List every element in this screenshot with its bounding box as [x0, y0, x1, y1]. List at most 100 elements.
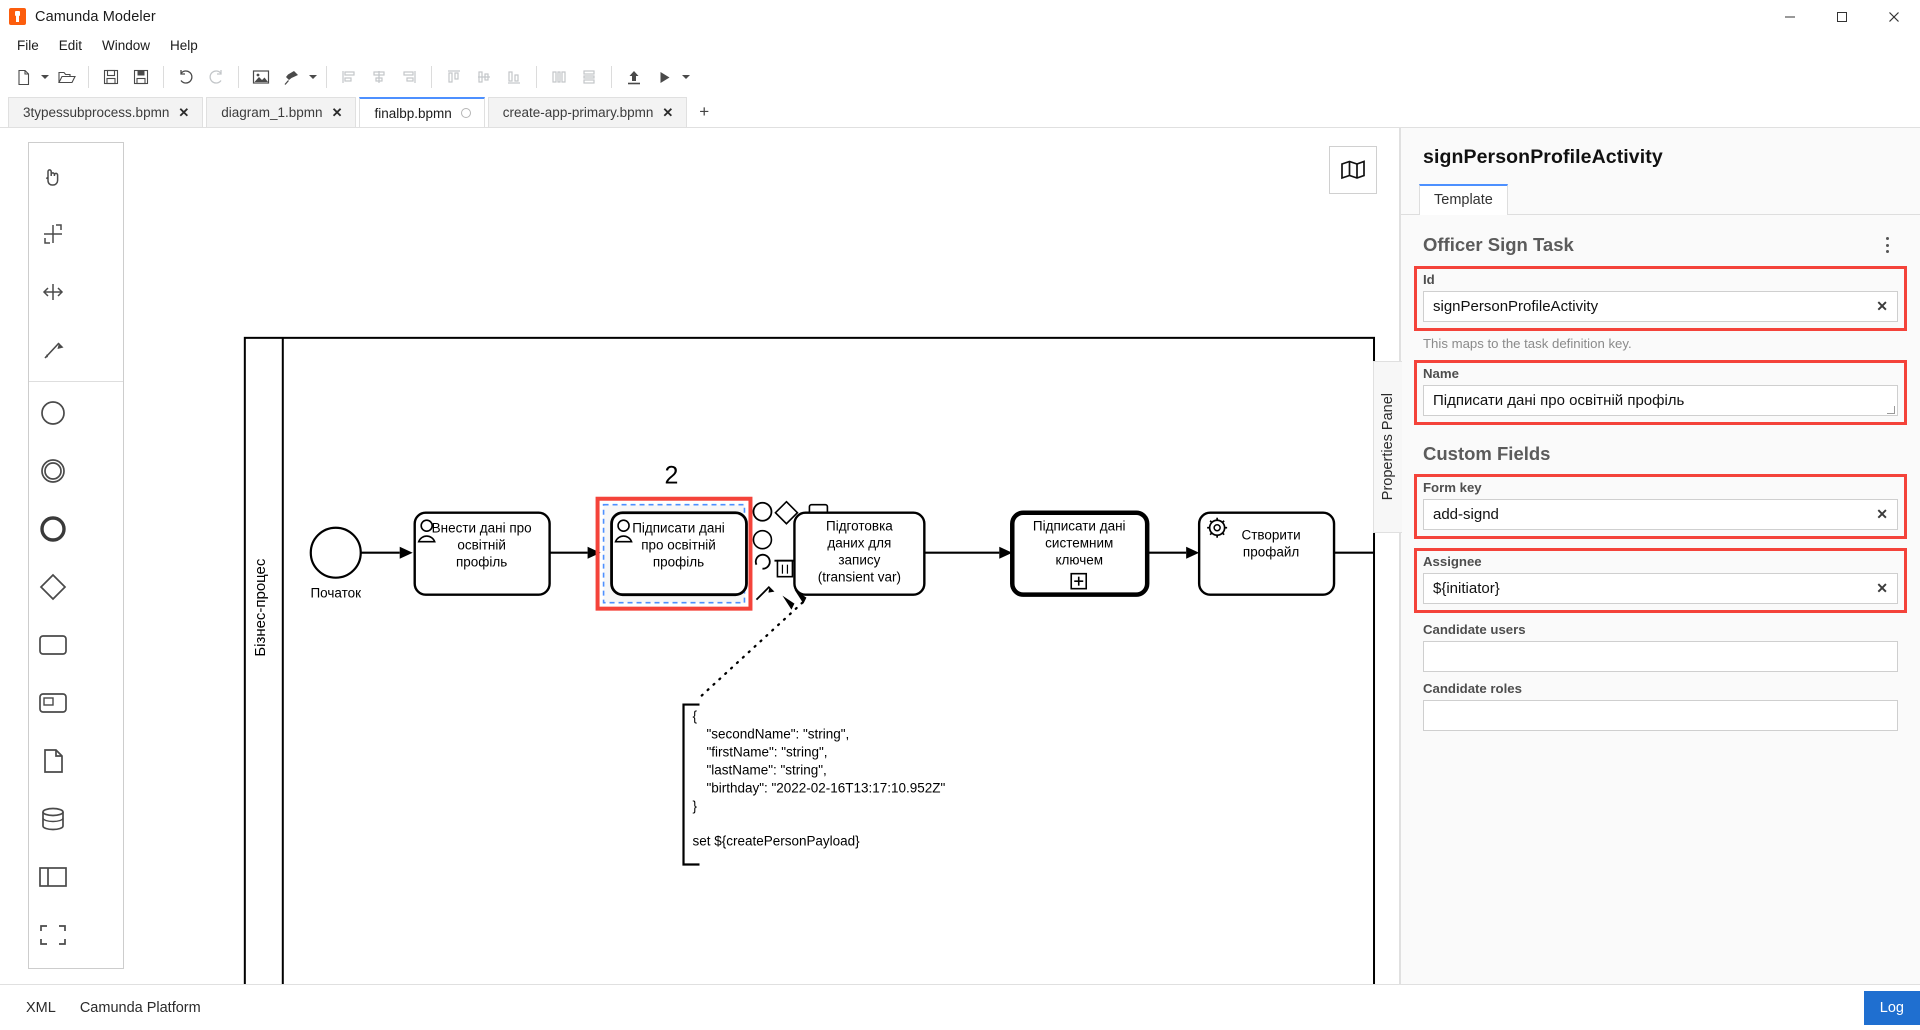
distribute-horizontal-icon[interactable] — [544, 62, 574, 92]
connect-icon[interactable] — [755, 586, 775, 601]
candidate-roles-input[interactable] — [1423, 700, 1898, 731]
bpmn-task-2-line1: Підписати дані — [632, 521, 725, 536]
lasso-tool-icon[interactable] — [29, 205, 77, 263]
export-image-icon[interactable] — [246, 62, 276, 92]
assignee-input[interactable]: ${initiator} ✕ — [1423, 573, 1898, 604]
id-input[interactable]: signPersonProfileActivity ✕ — [1423, 291, 1898, 322]
bpmn-service-task-3[interactable]: Підготовка даних для запису (transient v… — [793, 511, 926, 596]
tab-template[interactable]: Template — [1419, 184, 1508, 215]
menu-window[interactable]: Window — [93, 36, 159, 56]
new-diagram-icon[interactable] — [8, 62, 38, 92]
tab-close-icon[interactable]: ✕ — [178, 106, 189, 119]
toolbar-group-save — [96, 62, 156, 92]
menu-file[interactable]: File — [8, 36, 48, 56]
bpmn-canvas[interactable]: Бізнес-процес Початок Внести дані про ос… — [0, 128, 1400, 984]
kebab-menu-icon[interactable] — [1876, 233, 1898, 257]
maximize-icon[interactable] — [1816, 0, 1868, 34]
run-dropdown-icon[interactable] — [679, 62, 692, 92]
data-object-icon[interactable] — [29, 732, 77, 790]
brush-icon[interactable] — [276, 62, 306, 92]
title-bar: Camunda Modeler — [0, 0, 1920, 34]
toolbar-divider — [326, 66, 327, 88]
align-center-icon[interactable] — [364, 62, 394, 92]
field-form-key[interactable]: Form key add-signd ✕ — [1414, 474, 1907, 539]
name-input[interactable]: Підписати дані про освітній профіль — [1423, 385, 1898, 416]
form-key-input[interactable]: add-signd ✕ — [1423, 499, 1898, 530]
tab-close-icon[interactable]: ✕ — [662, 106, 673, 119]
field-candidate-users[interactable]: Candidate users — [1423, 622, 1898, 672]
change-type-icon[interactable] — [754, 553, 771, 570]
deploy-icon[interactable] — [619, 62, 649, 92]
field-assignee[interactable]: Assignee ${initiator} ✕ — [1414, 548, 1907, 613]
connect-tool-icon[interactable] — [29, 321, 77, 379]
field-candidate-roles[interactable]: Candidate roles — [1423, 681, 1898, 731]
properties-panel: Properties Panel signPersonProfileActivi… — [1373, 128, 1920, 984]
align-bottom-icon[interactable] — [499, 62, 529, 92]
subprocess-icon[interactable] — [29, 674, 77, 732]
open-file-icon[interactable] — [51, 62, 81, 92]
start-event-icon[interactable] — [29, 384, 77, 442]
append-end-event-icon[interactable] — [752, 501, 773, 522]
align-right-icon[interactable] — [394, 62, 424, 92]
bpmn-user-task-1[interactable]: Внести дані про освітній профіль — [413, 511, 551, 596]
clear-icon[interactable]: ✕ — [1870, 580, 1888, 597]
hand-tool-icon[interactable] — [29, 147, 77, 205]
clear-icon[interactable]: ✕ — [1870, 298, 1888, 315]
tab-close-icon[interactable]: ✕ — [332, 106, 343, 119]
bpmn-start-event[interactable] — [309, 526, 362, 579]
save-icon[interactable] — [96, 62, 126, 92]
minimap-toggle-button[interactable] — [1329, 146, 1377, 194]
menu-help[interactable]: Help — [161, 36, 207, 56]
align-left-icon[interactable] — [334, 62, 364, 92]
close-icon[interactable] — [1868, 0, 1920, 34]
redo-icon[interactable] — [201, 62, 231, 92]
bpmn-pool[interactable] — [243, 336, 1376, 984]
align-middle-icon[interactable] — [469, 62, 499, 92]
field-id[interactable]: Id signPersonProfileActivity ✕ — [1414, 266, 1907, 331]
new-tab-button[interactable]: + — [690, 97, 718, 127]
brush-dropdown-icon[interactable] — [306, 62, 319, 92]
field-name[interactable]: Name Підписати дані про освітній профіль — [1414, 360, 1907, 425]
tab-finalbp[interactable]: finalbp.bpmn — [359, 97, 485, 127]
intermediate-event-icon[interactable] — [29, 442, 77, 500]
bpmn-service-task-5[interactable]: Створити профайл — [1197, 511, 1336, 596]
properties-panel-handle[interactable]: Properties Panel — [1373, 361, 1402, 533]
tab-unsaved-indicator-icon[interactable] — [460, 108, 471, 118]
toolbar-divider — [88, 66, 89, 88]
participant-icon[interactable] — [29, 848, 77, 906]
tab-label: create-app-primary.bpmn — [502, 105, 654, 120]
toolbar-group-align-vertical — [439, 62, 529, 92]
gateway-icon[interactable] — [29, 558, 77, 616]
tab-diagram-1[interactable]: diagram_1.bpmn ✕ — [206, 97, 357, 127]
resize-handle-icon[interactable] — [1887, 406, 1895, 414]
undo-icon[interactable] — [171, 62, 201, 92]
candidate-users-input[interactable] — [1423, 641, 1898, 672]
end-event-icon[interactable] — [29, 500, 77, 558]
status-platform-label[interactable]: Camunda Platform — [68, 996, 213, 1020]
bpmn-diagram[interactable]: Бізнес-процес Початок Внести дані про ос… — [0, 128, 1399, 984]
toolbar-group-tools — [246, 62, 319, 92]
group-icon[interactable] — [29, 906, 77, 964]
bpmn-user-task-2[interactable]: Підписати дані про освітній профіль — [610, 511, 748, 597]
distribute-vertical-icon[interactable] — [574, 62, 604, 92]
tab-create-app-primary[interactable]: create-app-primary.bpmn ✕ — [487, 97, 688, 127]
task-icon[interactable] — [29, 616, 77, 674]
tab-3typessubprocess[interactable]: 3typessubprocess.bpmn ✕ — [8, 97, 204, 127]
run-icon[interactable] — [649, 62, 679, 92]
append-intermediate-event-icon[interactable] — [752, 529, 773, 550]
bpmn-task-5-line1: Створити — [1242, 528, 1301, 543]
clear-icon[interactable]: ✕ — [1870, 506, 1888, 523]
bpmn-text-annotation[interactable]: { "secondName": "string", "firstName": "… — [693, 709, 946, 849]
new-diagram-dropdown-icon[interactable] — [38, 62, 51, 92]
space-tool-icon[interactable] — [29, 263, 77, 321]
status-xml-button[interactable]: XML — [14, 996, 68, 1020]
log-button[interactable]: Log — [1863, 991, 1920, 1025]
data-store-icon[interactable] — [29, 790, 77, 848]
delete-icon[interactable] — [774, 559, 796, 578]
bpmn-palette[interactable] — [28, 142, 124, 969]
minimize-icon[interactable] — [1764, 0, 1816, 34]
align-top-icon[interactable] — [439, 62, 469, 92]
save-as-icon[interactable] — [126, 62, 156, 92]
menu-edit[interactable]: Edit — [50, 36, 91, 56]
bpmn-call-activity-4[interactable]: Підписати дані системним ключем — [1010, 510, 1150, 597]
